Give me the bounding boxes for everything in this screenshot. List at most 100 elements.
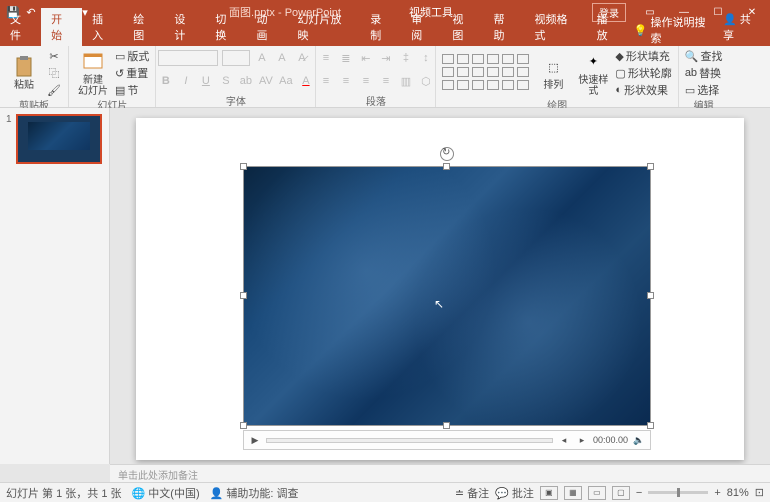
tab-draw[interactable]: 绘图 xyxy=(123,8,164,46)
slide-counter: 幻灯片 第 1 张，共 1 张 xyxy=(6,485,122,501)
quick-styles-button[interactable]: ✦ 快速样式 xyxy=(575,50,611,97)
tab-help[interactable]: 帮助 xyxy=(483,8,524,46)
tab-view[interactable]: 视图 xyxy=(442,8,483,46)
group-label-font: 字体 xyxy=(226,94,246,106)
italic-icon[interactable]: I xyxy=(178,73,194,89)
tab-animations[interactable]: 动画 xyxy=(246,8,287,46)
slide-canvas[interactable]: ↖ ▶ ◂ ▸ 00:00.00 🔈 xyxy=(110,108,770,464)
quick-styles-icon: ✦ xyxy=(581,50,605,74)
notes-pane[interactable]: 单击此处添加备注 xyxy=(110,464,770,482)
slideshow-view-icon[interactable]: ▢ xyxy=(612,486,630,500)
thumb-number: 1 xyxy=(6,114,12,164)
status-bar: 幻灯片 第 1 张，共 1 张 🌐 中文(中国) 👤 辅助功能: 调查 ≐ 备注… xyxy=(0,482,770,502)
play-button[interactable]: ▶ xyxy=(248,433,262,447)
columns-icon[interactable]: ▥ xyxy=(398,73,414,89)
next-frame-button[interactable]: ▸ xyxy=(575,433,589,447)
spacing-icon[interactable]: AV xyxy=(258,73,274,89)
shape-fill-button[interactable]: ◆ 形状填充 xyxy=(615,48,671,64)
replace-button[interactable]: ab 替换 xyxy=(685,65,723,81)
find-button[interactable]: 🔍 查找 xyxy=(685,48,723,64)
resize-handle-e[interactable] xyxy=(647,292,654,299)
ribbon-tabs: 文件 开始 插入 绘图 设计 切换 动画 幻灯片放映 录制 审阅 视图 帮助 视… xyxy=(0,24,770,46)
comments-toggle[interactable]: 💬 批注 xyxy=(495,485,534,501)
strike-icon[interactable]: S xyxy=(218,73,234,89)
tab-review[interactable]: 审阅 xyxy=(401,8,442,46)
shapes-gallery[interactable] xyxy=(442,54,531,92)
layout-button[interactable]: ▭ 版式 xyxy=(115,48,149,64)
copy-icon[interactable]: ⿻ xyxy=(46,65,62,81)
group-label-paragraph: 段落 xyxy=(366,94,386,106)
volume-icon[interactable]: 🔈 xyxy=(632,433,646,447)
tab-slideshow[interactable]: 幻灯片放映 xyxy=(288,8,361,46)
align-right-icon[interactable]: ≡ xyxy=(358,73,374,89)
media-controls: ▶ ◂ ▸ 00:00.00 🔈 xyxy=(243,430,651,450)
tab-file[interactable]: 文件 xyxy=(0,8,41,46)
arrange-button[interactable]: ⬚ 排列 xyxy=(535,55,571,91)
zoom-out-button[interactable]: − xyxy=(636,487,642,499)
media-progress[interactable] xyxy=(266,438,553,443)
slide[interactable]: ↖ ▶ ◂ ▸ 00:00.00 🔈 xyxy=(136,118,744,460)
paste-button[interactable]: 粘贴 xyxy=(6,55,42,91)
prev-frame-button[interactable]: ◂ xyxy=(557,433,571,447)
reset-button[interactable]: ↺ 重置 xyxy=(115,65,149,81)
resize-handle-se[interactable] xyxy=(647,422,654,429)
resize-handle-w[interactable] xyxy=(240,292,247,299)
lightbulb-icon: 💡 xyxy=(634,24,648,37)
paste-icon xyxy=(12,55,36,79)
ribbon: 粘贴 ✂ ⿻ 🖌 剪贴板 新建 幻灯片 ▭ 版式 ↺ 重置 ▤ 节 幻灯片 xyxy=(0,46,770,108)
resize-handle-sw[interactable] xyxy=(240,422,247,429)
grow-font-icon[interactable]: A xyxy=(254,50,270,66)
cut-icon[interactable]: ✂ xyxy=(46,48,62,64)
shape-outline-button[interactable]: ▢ 形状轮廓 xyxy=(615,65,671,81)
reading-view-icon[interactable]: ▭ xyxy=(588,486,606,500)
notes-toggle[interactable]: ≐ 备注 xyxy=(455,485,489,501)
tab-transitions[interactable]: 切换 xyxy=(205,8,246,46)
tab-home[interactable]: 开始 xyxy=(41,8,82,46)
tell-me-search[interactable]: 💡 操作说明搜索 xyxy=(634,14,713,46)
line-spacing-icon[interactable]: ‡ xyxy=(398,50,414,66)
accessibility-check[interactable]: 👤 辅助功能: 调查 xyxy=(210,485,299,501)
justify-icon[interactable]: ≡ xyxy=(378,73,394,89)
font-family[interactable] xyxy=(158,50,218,66)
tab-insert[interactable]: 插入 xyxy=(82,8,123,46)
shadow-icon[interactable]: ab xyxy=(238,73,254,89)
slide-thumbnail-1[interactable] xyxy=(16,114,102,164)
share-button[interactable]: 👤 共享 xyxy=(713,8,770,46)
new-slide-button[interactable]: 新建 幻灯片 xyxy=(75,50,111,97)
numbering-icon[interactable]: ≣ xyxy=(338,50,354,66)
indent-inc-icon[interactable]: ⇥ xyxy=(378,50,394,66)
clear-format-icon[interactable]: A̷ xyxy=(294,50,310,66)
shrink-font-icon[interactable]: A xyxy=(274,50,290,66)
resize-handle-nw[interactable] xyxy=(240,163,247,170)
bullets-icon[interactable]: ≡ xyxy=(318,50,334,66)
font-color-icon[interactable]: A xyxy=(298,73,314,89)
rotate-handle[interactable] xyxy=(440,147,454,161)
tab-design[interactable]: 设计 xyxy=(164,8,205,46)
video-object[interactable]: ↖ xyxy=(243,166,651,426)
text-direction-icon[interactable]: ↕ xyxy=(418,50,434,66)
resize-handle-n[interactable] xyxy=(443,163,450,170)
shape-effects-button[interactable]: ◐ 形状效果 xyxy=(615,82,671,98)
tab-video-format[interactable]: 视频格式 xyxy=(525,8,587,46)
underline-icon[interactable]: U xyxy=(198,73,214,89)
smartart-icon[interactable]: ⬡ xyxy=(418,73,434,89)
media-time: 00:00.00 xyxy=(593,435,628,445)
normal-view-icon[interactable]: ▣ xyxy=(540,486,558,500)
zoom-level[interactable]: 81% xyxy=(727,487,749,499)
tab-record[interactable]: 录制 xyxy=(360,8,401,46)
sorter-view-icon[interactable]: ▦ xyxy=(564,486,582,500)
font-size[interactable] xyxy=(222,50,250,66)
zoom-slider[interactable] xyxy=(648,491,708,494)
indent-dec-icon[interactable]: ⇤ xyxy=(358,50,374,66)
case-icon[interactable]: Aa xyxy=(278,73,294,89)
zoom-in-button[interactable]: + xyxy=(714,487,720,499)
align-center-icon[interactable]: ≡ xyxy=(338,73,354,89)
resize-handle-s[interactable] xyxy=(443,422,450,429)
slide-thumbnails: 1 xyxy=(0,108,110,464)
language-indicator[interactable]: 🌐 中文(中国) xyxy=(132,485,200,501)
align-left-icon[interactable]: ≡ xyxy=(318,73,334,89)
bold-icon[interactable]: B xyxy=(158,73,174,89)
fit-window-icon[interactable]: ⊡ xyxy=(755,486,764,499)
tab-playback[interactable]: 播放 xyxy=(587,8,628,46)
resize-handle-ne[interactable] xyxy=(647,163,654,170)
